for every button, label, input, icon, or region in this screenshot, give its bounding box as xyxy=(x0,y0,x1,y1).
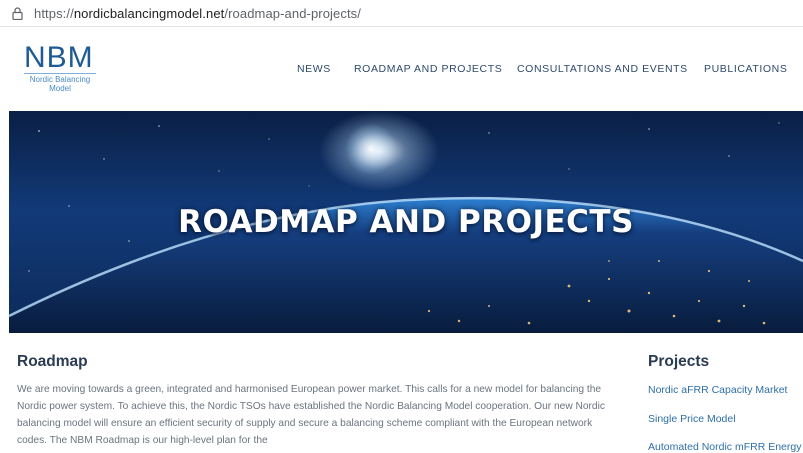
nbm-logo[interactable]: NBM Nordic Balancing Model xyxy=(24,43,104,103)
roadmap-heading: Roadmap xyxy=(17,353,88,370)
address-bar[interactable]: https://nordicbalancingmodel.net/roadmap… xyxy=(0,0,803,27)
site-header: NBM Nordic Balancing Model NEWS ROADMAP … xyxy=(0,27,803,111)
nav-consultations-and-events[interactable]: CONSULTATIONS AND EVENTS xyxy=(517,63,688,75)
project-link-automated-mfrr-energy[interactable]: Automated Nordic mFRR Energy xyxy=(648,441,801,453)
hero-title: ROADMAP AND PROJECTS xyxy=(178,204,634,240)
project-link-single-price-model[interactable]: Single Price Model xyxy=(648,413,736,425)
project-link-afrr-capacity-market[interactable]: Nordic aFRR Capacity Market xyxy=(648,384,787,396)
hero-banner: ROADMAP AND PROJECTS xyxy=(9,111,803,333)
logo-mark: NBM xyxy=(24,41,94,74)
url-prefix: https:// xyxy=(34,6,74,21)
url-path: /roadmap-and-projects/ xyxy=(224,6,361,21)
lock-icon xyxy=(12,7,23,20)
logo-subtitle: Nordic Balancing Model xyxy=(29,75,91,93)
url-domain: nordicbalancingmodel.net xyxy=(73,6,225,21)
nav-publications[interactable]: PUBLICATIONS xyxy=(704,63,787,75)
logo-divider xyxy=(24,73,96,74)
url-text[interactable]: https://nordicbalancingmodel.net/roadmap… xyxy=(34,6,361,21)
nav-news[interactable]: NEWS xyxy=(297,63,331,75)
nav-roadmap-and-projects[interactable]: ROADMAP AND PROJECTS xyxy=(354,63,502,75)
projects-heading: Projects xyxy=(648,353,710,370)
roadmap-paragraph: We are moving towards a green, integrate… xyxy=(17,384,605,446)
